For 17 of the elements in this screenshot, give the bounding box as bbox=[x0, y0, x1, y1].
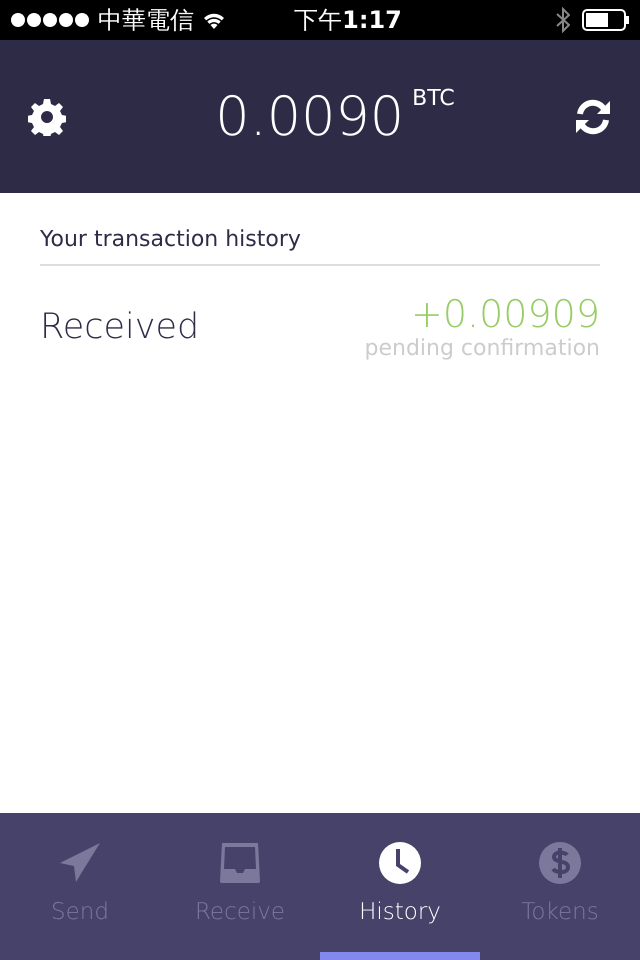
wifi-icon bbox=[202, 11, 226, 29]
bluetooth-icon bbox=[556, 7, 570, 33]
currency-unit: BTC bbox=[412, 86, 455, 110]
refresh-icon[interactable] bbox=[574, 98, 612, 136]
clock-time: 下午1:17 bbox=[294, 6, 402, 34]
inbox-icon bbox=[218, 841, 262, 885]
section-title: Your transaction history bbox=[40, 193, 600, 266]
clock-icon bbox=[378, 841, 422, 885]
settings-icon[interactable] bbox=[28, 98, 66, 136]
transaction-amount: +0.00909 bbox=[411, 292, 600, 336]
carrier-name: 中華電信 bbox=[98, 5, 194, 36]
signal-icon bbox=[10, 12, 90, 28]
battery-icon bbox=[582, 9, 630, 31]
dollar-coin-icon bbox=[538, 841, 582, 885]
tab[interactable]: History bbox=[320, 813, 480, 960]
transaction-type: Received bbox=[40, 306, 200, 346]
balance-amount: 0.0090 bbox=[215, 90, 404, 144]
